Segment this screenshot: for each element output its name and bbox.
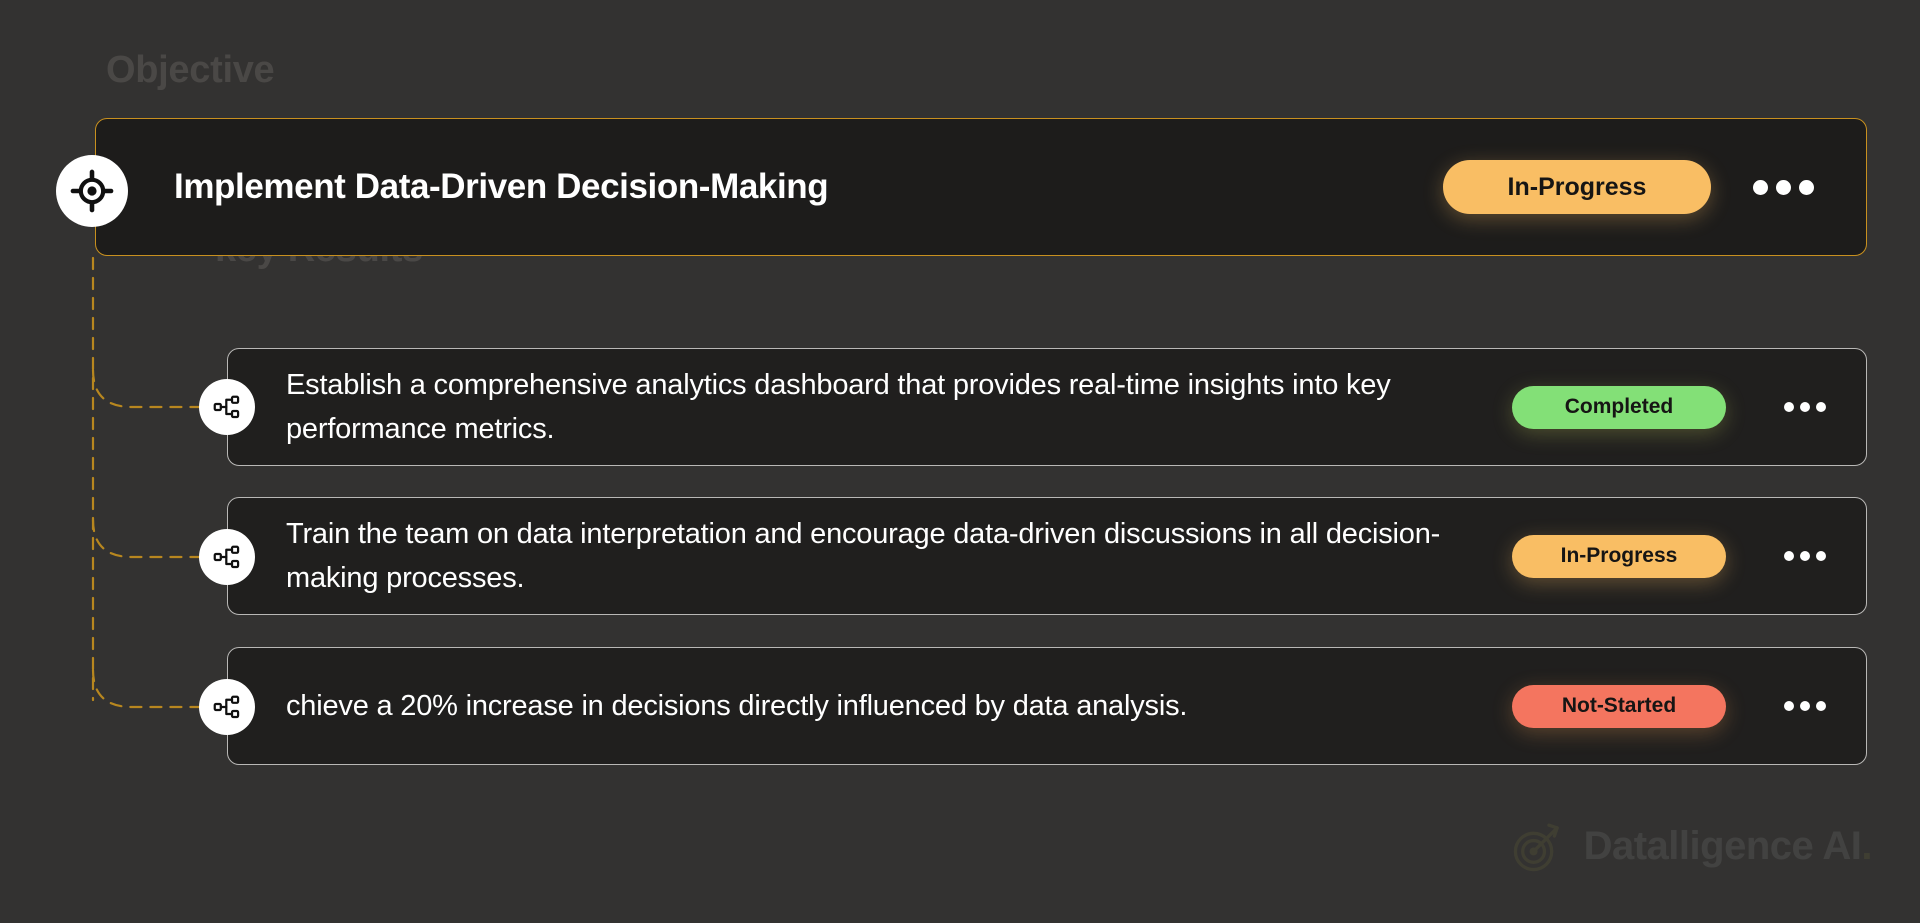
target-crosshair-icon xyxy=(70,169,114,213)
key-result-text: chieve a 20% increase in decisions direc… xyxy=(286,689,1188,722)
kebab-dot xyxy=(1784,402,1794,412)
kebab-dot xyxy=(1800,701,1810,711)
kebab-dot xyxy=(1753,179,1768,195)
objective-section-label: Objective xyxy=(106,49,275,91)
key-result-status-badge[interactable]: Completed xyxy=(1512,385,1726,429)
kebab-dot xyxy=(1784,551,1794,561)
objective-card[interactable]: Implement Data-Driven Decision-Making In… xyxy=(95,118,1867,256)
kebab-dot xyxy=(1776,179,1791,195)
kebab-dot xyxy=(1816,701,1826,711)
key-result-text: Establish a comprehensive analytics dash… xyxy=(286,368,1391,445)
okr-tree-canvas: Objective key Results Implement Data-Dri… xyxy=(0,0,1920,923)
kebab-dot xyxy=(1784,701,1794,711)
watermark-text: Datalligence AI. xyxy=(1583,823,1873,869)
key-result-node-icon[interactable] xyxy=(199,679,255,735)
hierarchy-icon xyxy=(213,545,240,569)
hierarchy-icon xyxy=(213,395,240,419)
key-result-status-badge[interactable]: Not-Started xyxy=(1512,684,1726,728)
kebab-dot xyxy=(1816,551,1826,561)
objective-menu-button[interactable] xyxy=(1753,179,1814,195)
key-result-card[interactable]: Train the team on data interpretation an… xyxy=(227,497,1867,615)
key-result-status-badge[interactable]: In-Progress xyxy=(1512,534,1726,578)
key-result-node-icon[interactable] xyxy=(199,379,255,435)
key-result-text: Train the team on data interpretation an… xyxy=(286,517,1441,594)
target-arrow-logo-icon xyxy=(1513,823,1559,872)
kebab-dot xyxy=(1800,551,1810,561)
objective-node-icon[interactable] xyxy=(56,155,128,227)
key-result-menu-button[interactable] xyxy=(1784,701,1826,711)
key-result-card[interactable]: chieve a 20% increase in decisions direc… xyxy=(227,647,1867,765)
watermark-brand: Datalligence AI xyxy=(1583,823,1862,868)
key-result-menu-button[interactable] xyxy=(1784,402,1826,412)
key-result-node-icon[interactable] xyxy=(199,529,255,585)
key-result-card[interactable]: Establish a comprehensive analytics dash… xyxy=(227,348,1867,466)
objective-status-badge[interactable]: In-Progress xyxy=(1443,160,1711,214)
watermark-logo: Datalligence AI. xyxy=(1510,817,1872,875)
kebab-dot xyxy=(1800,402,1810,412)
hierarchy-icon xyxy=(213,695,240,719)
kebab-dot xyxy=(1799,179,1814,195)
objective-title: Implement Data-Driven Decision-Making xyxy=(174,167,829,206)
key-result-menu-button[interactable] xyxy=(1784,551,1826,561)
watermark-dot: . xyxy=(1861,823,1872,868)
kebab-dot xyxy=(1816,402,1826,412)
